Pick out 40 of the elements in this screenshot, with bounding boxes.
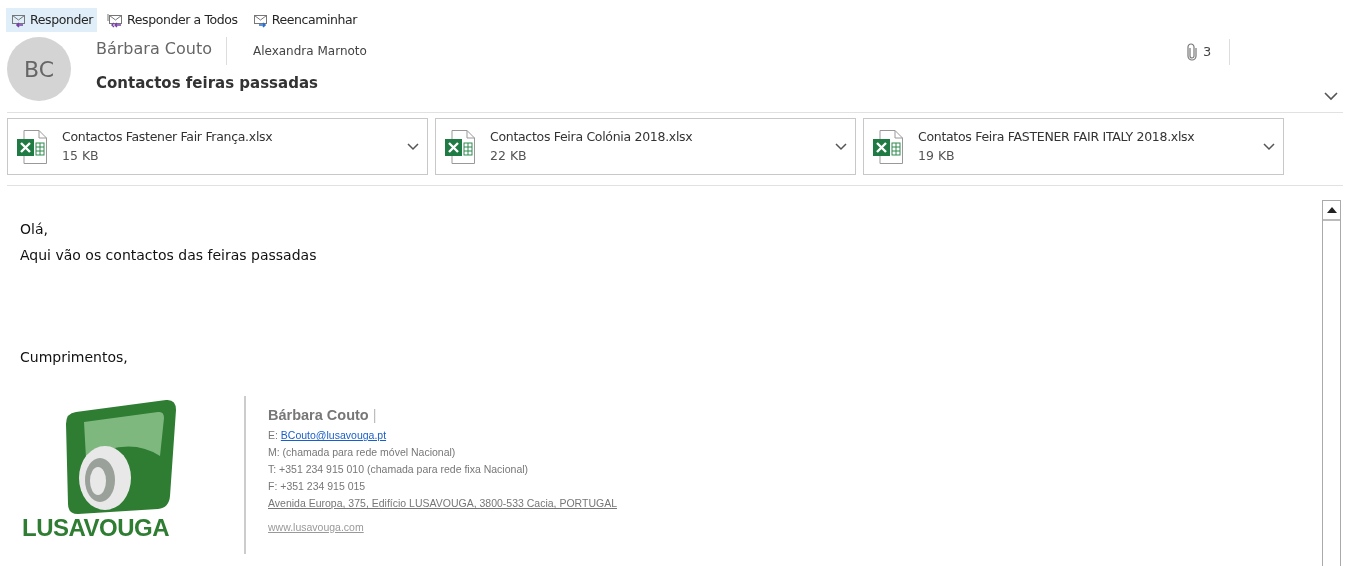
toolbar-button[interactable]: Responder a Todos [103, 8, 242, 32]
attachment-card[interactable]: Contactos Fastener Fair França.xlsx 15 KB [7, 118, 428, 175]
closing-text: Cumprimentos, [20, 348, 129, 367]
excel-file-icon [872, 128, 904, 165]
signature-line: F: +351 234 915 015 [268, 479, 367, 494]
name-separator: | [372, 407, 377, 423]
attachment-card[interactable]: Contatos Feira FASTENER FAIR ITALY 2018.xlsx 19 KB [863, 118, 1284, 175]
attachment-name: Contactos Fastener Fair França.xlsx [62, 127, 274, 146]
expand-chevron-icon[interactable] [1324, 92, 1338, 101]
excel-file-icon [16, 128, 48, 165]
attachment-name: Contatos Feira FASTENER FAIR ITALY 2018.xlsx [918, 127, 1196, 146]
dropdown-chevron-icon[interactable] [835, 143, 847, 151]
body-text: Aqui vão os contactos das feiras passadas [20, 246, 318, 265]
attachment-card[interactable]: Contactos Feira Colónia 2018.xlsx 22 KB [435, 118, 856, 175]
dropdown-chevron-icon[interactable] [407, 143, 419, 151]
avatar: BC [7, 37, 71, 101]
sender-name: Bárbara Couto [96, 37, 227, 65]
dropdown-chevron-icon[interactable] [1263, 143, 1275, 151]
paperclip-icon [1187, 43, 1197, 61]
excel-file-icon [444, 128, 476, 165]
attachment-name: Contactos Feira Colónia 2018.xlsx [490, 127, 694, 146]
attachment-size: 19 KB [918, 146, 956, 165]
attachment-count: 3 [1203, 43, 1212, 62]
subject-text: Contactos feiras passadas [96, 73, 319, 94]
scrollbar[interactable] [1322, 200, 1341, 566]
email-label: E: [268, 429, 278, 441]
reply-all-icon [107, 11, 125, 29]
scroll-up-icon[interactable] [1326, 207, 1337, 213]
body-text: Olá, [20, 220, 49, 239]
signature-name: Bárbara Couto [268, 407, 369, 423]
toolbar-button[interactable]: Reencaminhar [247, 8, 362, 32]
logo-text: LUSAVOUGA [22, 514, 170, 542]
email-link[interactable]: BCouto@lusavouga.pt [280, 429, 387, 441]
attachment-size: 15 KB [62, 146, 100, 165]
signature-line: T: +351 234 915 010 (chamada para rede fixa Nacional) [268, 462, 530, 477]
toolbar-button[interactable]: Responder [6, 8, 97, 32]
address-text: Avenida Europa, 375, Edifício LUSAVOUGA, 3800-533 Cacia, PORTUGAL [268, 497, 618, 509]
attachment-size: 22 KB [490, 146, 528, 165]
recipient-name: Alexandra Marnoto [251, 43, 367, 60]
signature-line: M: (chamada para rede móvel Nacional) [268, 445, 457, 460]
